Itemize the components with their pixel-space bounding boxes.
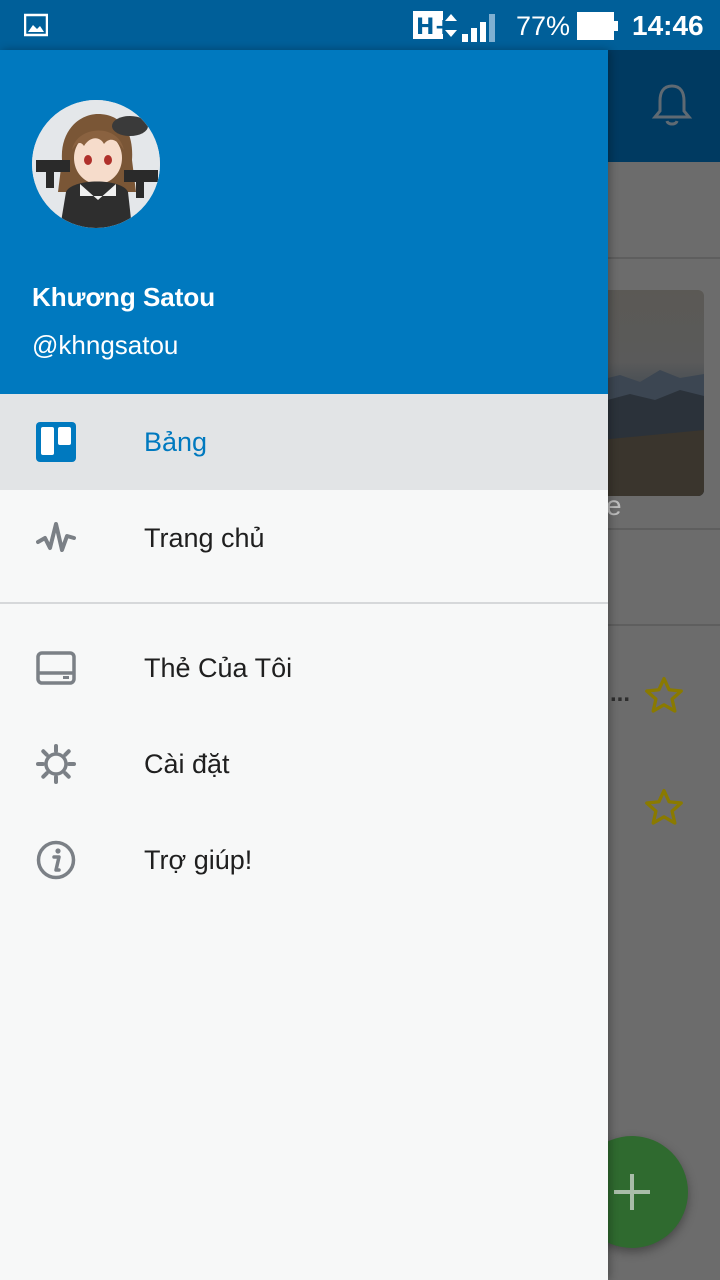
cards-icon	[36, 651, 76, 685]
board-title-fragment: e	[606, 490, 622, 521]
status-bar: H+ 77% 14:46	[0, 0, 720, 50]
nav-item-boards[interactable]: Bảng	[0, 394, 608, 490]
nav-item-label: Bảng	[144, 427, 208, 457]
truncated-text: ...	[610, 680, 631, 707]
divider	[608, 257, 720, 259]
plus-icon	[614, 1174, 650, 1210]
divider	[0, 602, 608, 604]
nav-item-label: Trang chủ	[144, 523, 265, 553]
star-outline-icon[interactable]	[642, 786, 686, 830]
gallery-icon	[24, 13, 48, 37]
nav-item-home[interactable]: Trang chủ	[0, 490, 608, 586]
user-handle: @khngsatou	[32, 330, 179, 360]
nav-item-label: Cài đặt	[144, 749, 230, 779]
board-background-photo[interactable]	[600, 290, 704, 496]
star-outline-icon[interactable]	[642, 674, 686, 718]
battery-percent: 77%	[516, 11, 571, 41]
divider	[608, 528, 720, 530]
activity-icon	[36, 522, 76, 552]
drawer-header: Khương Satou @khngsatou	[0, 50, 608, 394]
network-hplus-icon: H+	[413, 11, 457, 40]
battery-icon	[577, 12, 618, 40]
nav-item-label: Trợ giúp!	[144, 845, 253, 875]
gear-icon	[36, 744, 76, 784]
info-icon	[36, 840, 76, 880]
nav-item-help[interactable]: Trợ giúp!	[0, 812, 608, 908]
user-name: Khương Satou	[32, 282, 216, 312]
nav-item-label: Thẻ Của Tôi	[144, 653, 293, 683]
bell-icon[interactable]	[650, 82, 694, 128]
nav-item-settings[interactable]: Cài đặt	[0, 716, 608, 812]
signal-icon	[462, 14, 495, 42]
boards-icon	[36, 422, 76, 462]
divider	[608, 624, 720, 626]
clock: 14:46	[632, 10, 704, 41]
avatar[interactable]	[32, 100, 160, 228]
navigation-drawer: Khương Satou @khngsatou Bảng Trang chủ T…	[0, 50, 608, 1280]
nav-item-my-cards[interactable]: Thẻ Của Tôi	[0, 620, 608, 716]
